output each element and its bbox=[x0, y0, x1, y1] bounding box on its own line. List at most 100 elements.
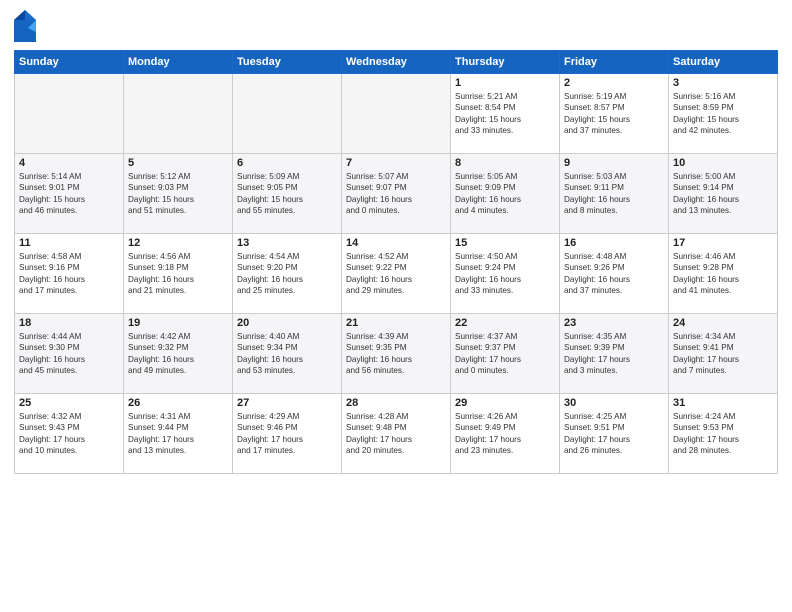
calendar-cell: 18 Sunrise: 4:44 AMSunset: 9:30 PMDayligh… bbox=[15, 314, 124, 394]
day-number: 5 bbox=[128, 157, 228, 169]
day-info: Sunrise: 5:19 AMSunset: 8:57 PMDaylight:… bbox=[564, 91, 664, 137]
calendar: SundayMondayTuesdayWednesdayThursdayFrid… bbox=[14, 50, 778, 474]
day-info: Sunrise: 4:44 AMSunset: 9:30 PMDaylight:… bbox=[19, 331, 119, 377]
day-info: Sunrise: 5:05 AMSunset: 9:09 PMDaylight:… bbox=[455, 171, 555, 217]
calendar-cell: 31 Sunrise: 4:24 AMSunset: 9:53 PMDayligh… bbox=[669, 394, 778, 474]
day-info: Sunrise: 4:34 AMSunset: 9:41 PMDaylight:… bbox=[673, 331, 773, 377]
header bbox=[14, 10, 778, 42]
weekday-header-thursday: Thursday bbox=[451, 51, 560, 74]
logo bbox=[14, 10, 38, 42]
day-info: Sunrise: 4:52 AMSunset: 9:22 PMDaylight:… bbox=[346, 251, 446, 297]
day-info: Sunrise: 4:40 AMSunset: 9:34 PMDaylight:… bbox=[237, 331, 337, 377]
day-number: 8 bbox=[455, 157, 555, 169]
calendar-cell: 17Sunrise: 4:46 AMSunset: 9:28 PMDayligh… bbox=[669, 234, 778, 314]
day-number: 21 bbox=[346, 317, 446, 329]
day-info: Sunrise: 4:28 AMSunset: 9:48 PMDaylight:… bbox=[346, 411, 446, 457]
calendar-cell: 2 Sunrise: 5:19 AMSunset: 8:57 PMDaylight… bbox=[560, 74, 669, 154]
day-info: Sunrise: 4:39 AMSunset: 9:35 PMDaylight:… bbox=[346, 331, 446, 377]
day-number: 22 bbox=[455, 317, 555, 329]
day-number: 19 bbox=[128, 317, 228, 329]
weekday-header-monday: Monday bbox=[124, 51, 233, 74]
day-info: Sunrise: 5:14 AMSunset: 9:01 PMDaylight:… bbox=[19, 171, 119, 217]
calendar-cell: 11 Sunrise: 4:58 AMSunset: 9:16 PMDayligh… bbox=[15, 234, 124, 314]
day-info: Sunrise: 4:48 AMSunset: 9:26 PMDaylight:… bbox=[564, 251, 664, 297]
calendar-cell: 25Sunrise: 4:32 AMSunset: 9:43 PMDayligh… bbox=[15, 394, 124, 474]
day-number: 16 bbox=[564, 237, 664, 249]
day-number: 31 bbox=[673, 397, 773, 409]
calendar-cell: 26 Sunrise: 4:31 AMSunset: 9:44 PMDayligh… bbox=[124, 394, 233, 474]
day-info: Sunrise: 5:07 AMSunset: 9:07 PMDaylight:… bbox=[346, 171, 446, 217]
day-number: 4 bbox=[19, 157, 119, 169]
day-number: 23 bbox=[564, 317, 664, 329]
weekday-header-sunday: Sunday bbox=[15, 51, 124, 74]
weekday-header-wednesday: Wednesday bbox=[342, 51, 451, 74]
page: SundayMondayTuesdayWednesdayThursdayFrid… bbox=[0, 0, 792, 612]
calendar-cell: 7 Sunrise: 5:07 AMSunset: 9:07 PMDaylight… bbox=[342, 154, 451, 234]
day-number: 30 bbox=[564, 397, 664, 409]
day-info: Sunrise: 4:54 AMSunset: 9:20 PMDaylight:… bbox=[237, 251, 337, 297]
calendar-cell bbox=[124, 74, 233, 154]
day-number: 20 bbox=[237, 317, 337, 329]
day-number: 7 bbox=[346, 157, 446, 169]
calendar-cell: 28 Sunrise: 4:28 AMSunset: 9:48 PMDayligh… bbox=[342, 394, 451, 474]
day-number: 2 bbox=[564, 77, 664, 89]
day-number: 11 bbox=[19, 237, 119, 249]
day-info: Sunrise: 5:16 AMSunset: 8:59 PMDaylight:… bbox=[673, 91, 773, 137]
calendar-cell: 15Sunrise: 4:50 AMSunset: 9:24 PMDayligh… bbox=[451, 234, 560, 314]
weekday-header-tuesday: Tuesday bbox=[233, 51, 342, 74]
day-info: Sunrise: 4:31 AMSunset: 9:44 PMDaylight:… bbox=[128, 411, 228, 457]
calendar-cell: 20 Sunrise: 4:40 AMSunset: 9:34 PMDayligh… bbox=[233, 314, 342, 394]
day-number: 10 bbox=[673, 157, 773, 169]
week-row-5: 25Sunrise: 4:32 AMSunset: 9:43 PMDayligh… bbox=[15, 394, 778, 474]
day-info: Sunrise: 5:12 AMSunset: 9:03 PMDaylight:… bbox=[128, 171, 228, 217]
calendar-cell: 8 Sunrise: 5:05 AMSunset: 9:09 PMDaylight… bbox=[451, 154, 560, 234]
calendar-cell: 16 Sunrise: 4:48 AMSunset: 9:26 PMDayligh… bbox=[560, 234, 669, 314]
week-row-3: 11 Sunrise: 4:58 AMSunset: 9:16 PMDayligh… bbox=[15, 234, 778, 314]
day-number: 9 bbox=[564, 157, 664, 169]
calendar-cell: 23 Sunrise: 4:35 AMSunset: 9:39 PMDayligh… bbox=[560, 314, 669, 394]
calendar-cell: 30Sunrise: 4:25 AMSunset: 9:51 PMDayligh… bbox=[560, 394, 669, 474]
calendar-body: 1Sunrise: 5:21 AMSunset: 8:54 PMDaylight… bbox=[15, 74, 778, 474]
day-info: Sunrise: 4:58 AMSunset: 9:16 PMDaylight:… bbox=[19, 251, 119, 297]
day-number: 3 bbox=[673, 77, 773, 89]
day-number: 26 bbox=[128, 397, 228, 409]
calendar-cell: 4 Sunrise: 5:14 AMSunset: 9:01 PMDaylight… bbox=[15, 154, 124, 234]
day-number: 28 bbox=[346, 397, 446, 409]
week-row-4: 18 Sunrise: 4:44 AMSunset: 9:30 PMDayligh… bbox=[15, 314, 778, 394]
calendar-cell: 22Sunrise: 4:37 AMSunset: 9:37 PMDayligh… bbox=[451, 314, 560, 394]
logo-icon bbox=[14, 10, 36, 42]
calendar-cell: 5 Sunrise: 5:12 AMSunset: 9:03 PMDaylight… bbox=[124, 154, 233, 234]
day-info: Sunrise: 4:26 AMSunset: 9:49 PMDaylight:… bbox=[455, 411, 555, 457]
calendar-cell: 21 Sunrise: 4:39 AMSunset: 9:35 PMDayligh… bbox=[342, 314, 451, 394]
week-row-2: 4 Sunrise: 5:14 AMSunset: 9:01 PMDaylight… bbox=[15, 154, 778, 234]
day-info: Sunrise: 4:24 AMSunset: 9:53 PMDaylight:… bbox=[673, 411, 773, 457]
calendar-cell bbox=[233, 74, 342, 154]
day-info: Sunrise: 5:09 AMSunset: 9:05 PMDaylight:… bbox=[237, 171, 337, 217]
day-info: Sunrise: 4:29 AMSunset: 9:46 PMDaylight:… bbox=[237, 411, 337, 457]
calendar-cell: 24Sunrise: 4:34 AMSunset: 9:41 PMDayligh… bbox=[669, 314, 778, 394]
day-number: 27 bbox=[237, 397, 337, 409]
day-info: Sunrise: 5:21 AMSunset: 8:54 PMDaylight:… bbox=[455, 91, 555, 137]
day-info: Sunrise: 5:00 AMSunset: 9:14 PMDaylight:… bbox=[673, 171, 773, 217]
weekday-header-saturday: Saturday bbox=[669, 51, 778, 74]
day-number: 14 bbox=[346, 237, 446, 249]
calendar-cell: 3 Sunrise: 5:16 AMSunset: 8:59 PMDaylight… bbox=[669, 74, 778, 154]
day-number: 6 bbox=[237, 157, 337, 169]
day-info: Sunrise: 5:03 AMSunset: 9:11 PMDaylight:… bbox=[564, 171, 664, 217]
week-row-1: 1Sunrise: 5:21 AMSunset: 8:54 PMDaylight… bbox=[15, 74, 778, 154]
day-number: 15 bbox=[455, 237, 555, 249]
calendar-cell bbox=[342, 74, 451, 154]
calendar-cell: 10 Sunrise: 5:00 AMSunset: 9:14 PMDayligh… bbox=[669, 154, 778, 234]
weekday-header-friday: Friday bbox=[560, 51, 669, 74]
calendar-cell: 12 Sunrise: 4:56 AMSunset: 9:18 PMDayligh… bbox=[124, 234, 233, 314]
day-number: 18 bbox=[19, 317, 119, 329]
day-number: 25 bbox=[19, 397, 119, 409]
calendar-cell: 1Sunrise: 5:21 AMSunset: 8:54 PMDaylight… bbox=[451, 74, 560, 154]
day-info: Sunrise: 4:56 AMSunset: 9:18 PMDaylight:… bbox=[128, 251, 228, 297]
day-info: Sunrise: 4:35 AMSunset: 9:39 PMDaylight:… bbox=[564, 331, 664, 377]
calendar-cell bbox=[15, 74, 124, 154]
day-number: 12 bbox=[128, 237, 228, 249]
day-number: 17 bbox=[673, 237, 773, 249]
calendar-header: SundayMondayTuesdayWednesdayThursdayFrid… bbox=[15, 51, 778, 74]
weekday-row: SundayMondayTuesdayWednesdayThursdayFrid… bbox=[15, 51, 778, 74]
